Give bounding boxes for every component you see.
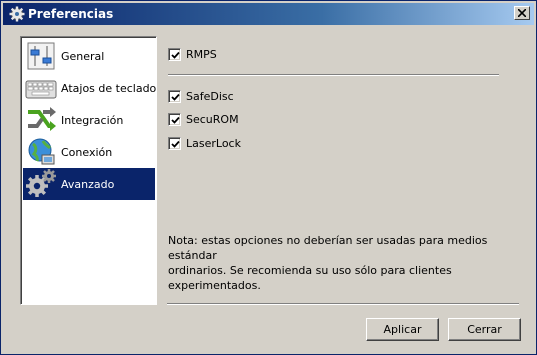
rmps-option[interactable]: RMPS xyxy=(168,46,217,62)
close-button[interactable]: Cerrar xyxy=(448,318,521,341)
window-title: Preferencias xyxy=(28,7,114,21)
checkmark-icon xyxy=(171,116,180,124)
laserlock-checkbox[interactable] xyxy=(168,136,181,150)
close-window-button[interactable] xyxy=(514,6,530,20)
options-separator xyxy=(168,74,499,76)
sidebar-item-connection[interactable]: Conexión xyxy=(23,136,155,168)
securom-option[interactable]: SecuROM xyxy=(168,111,239,127)
sidebar-item-general[interactable]: General xyxy=(23,40,155,72)
rmps-checkbox[interactable] xyxy=(168,47,181,61)
footer-separator xyxy=(167,303,519,305)
securom-checkbox[interactable] xyxy=(168,112,181,126)
note-line: ordinarios. Se recomienda su uso sólo pa… xyxy=(168,264,452,292)
laserlock-option[interactable]: LaserLock xyxy=(168,135,241,151)
preferences-window: Preferencias General Atajos de teclado I… xyxy=(0,0,537,355)
rmps-label: RMPS xyxy=(186,47,217,61)
close-icon xyxy=(518,9,526,17)
sidebar-item-integration[interactable]: Integración xyxy=(23,104,155,136)
checkmark-icon xyxy=(171,93,180,101)
checkmark-icon xyxy=(171,51,180,59)
keyboard-icon xyxy=(25,80,57,99)
gear-icon xyxy=(9,6,25,22)
checkmark-icon xyxy=(171,140,180,148)
globe-network-icon xyxy=(28,138,55,165)
warning-note: Nota: estas opciones no deberían ser usa… xyxy=(168,233,513,293)
title-bar[interactable]: Preferencias xyxy=(3,3,534,25)
securom-label: SecuROM xyxy=(186,112,239,126)
laserlock-label: LaserLock xyxy=(186,136,241,150)
sidebar-item-label: Conexión xyxy=(61,145,113,159)
note-line: Nota: estas opciones no deberían ser usa… xyxy=(168,234,488,262)
sliders-icon xyxy=(27,42,55,70)
category-list[interactable]: General Atajos de teclado Integración Co… xyxy=(20,36,157,305)
safedisc-checkbox[interactable] xyxy=(168,89,181,103)
sidebar-item-label: Atajos de teclado xyxy=(61,81,157,95)
sidebar-item-label: Avanzado xyxy=(61,177,115,191)
safedisc-label: SafeDisc xyxy=(186,89,234,103)
integration-arrows-icon xyxy=(28,107,56,131)
sidebar-item-advanced[interactable]: Avanzado xyxy=(23,168,155,200)
sidebar-item-label: Integración xyxy=(61,113,124,127)
apply-button[interactable]: Aplicar xyxy=(366,318,439,341)
sidebar-item-label: General xyxy=(61,49,105,63)
safedisc-option[interactable]: SafeDisc xyxy=(168,88,234,104)
gears-icon xyxy=(26,169,56,197)
sidebar-item-keyboard-shortcuts[interactable]: Atajos de teclado xyxy=(23,72,157,104)
